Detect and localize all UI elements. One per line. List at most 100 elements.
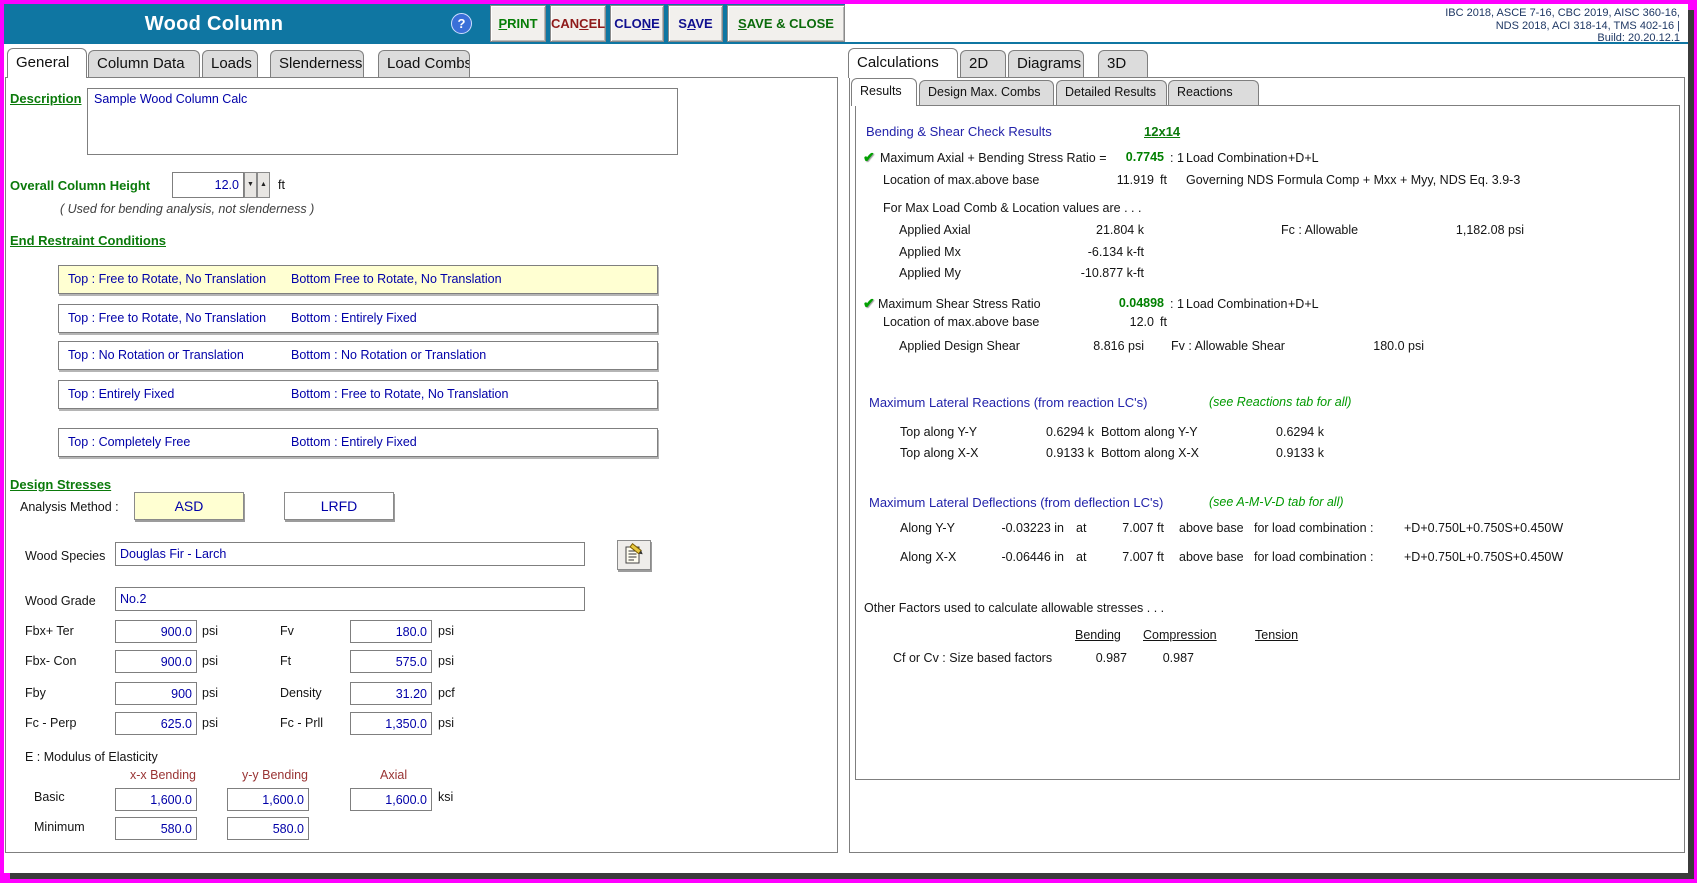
applied-mx-value: -6.134 k-ft <box>1087 245 1144 259</box>
axial-ratio-value: 0.7745 <box>1125 150 1164 164</box>
reactions-note: (see Reactions tab for all) <box>1209 395 1352 409</box>
restraint-option-5[interactable]: Top : Completely Free Bottom : Entirely … <box>58 428 658 457</box>
applied-axial-label: Applied Axial <box>899 223 971 237</box>
tab-3d[interactable]: 3D <box>1098 50 1148 77</box>
save-close-button[interactable]: SAVE & CLOSE <box>727 5 845 42</box>
fv-unit: psi <box>438 624 454 638</box>
fv-label: Fv <box>280 624 294 638</box>
asd-button[interactable]: ASD <box>134 492 244 520</box>
applied-my-label: Applied My <box>899 266 961 280</box>
fc-prll-input[interactable] <box>350 712 432 735</box>
description-input[interactable]: Sample Wood Column Calc <box>87 88 678 155</box>
fby-unit: psi <box>202 686 218 700</box>
cancel-button[interactable]: CANCEL <box>550 5 606 42</box>
species-list-button[interactable] <box>617 540 651 570</box>
tab-general[interactable]: General <box>7 48 87 78</box>
fc-perp-input[interactable] <box>115 712 197 735</box>
e-min-xx-input[interactable] <box>115 817 197 840</box>
help-icon[interactable]: ? <box>451 13 472 34</box>
factors-col-tension: Tension <box>1255 628 1299 642</box>
tab-2d[interactable]: 2D <box>960 50 1006 77</box>
print-button[interactable]: PRINT <box>490 5 546 42</box>
fc-allowable-value: 1,182.08 psi <box>1455 223 1524 237</box>
subtab-design-max-combs[interactable]: Design Max. Combs <box>919 80 1054 105</box>
shear-ratio-label: Maximum Shear Stress Ratio <box>878 297 1041 311</box>
building-codes-text: IBC 2018, ASCE 7-16, CBC 2019, AISC 360-… <box>1438 7 1680 45</box>
fv-input[interactable] <box>350 620 432 643</box>
e-min-yy-input[interactable] <box>227 817 309 840</box>
deflection-xx-above: above base <box>1179 550 1244 564</box>
e-basic-axial-input[interactable] <box>350 788 432 811</box>
app-root: Wood Column ? PRINT CANCEL CLONE SAVE SA… <box>0 0 1697 883</box>
subtab-results[interactable]: Results <box>851 78 917 106</box>
restraint-option-1[interactable]: Top : Free to Rotate, No Translation Bot… <box>58 265 658 294</box>
wood-species-input[interactable] <box>115 542 585 566</box>
fbx-con-input[interactable] <box>115 650 197 673</box>
density-unit: pcf <box>438 686 455 700</box>
deflection-xx-for: for load combination : <box>1254 550 1374 564</box>
clone-button[interactable]: CLONE <box>610 5 664 42</box>
governing-formula-value: Comp + Mxx + Myy, NDS Eq. 3.9-3 <box>1326 173 1521 187</box>
reaction-bottom-xx-value: 0.9133 k <box>1276 446 1324 460</box>
deflection-xx-at: at <box>1076 550 1087 564</box>
save-button[interactable]: SAVE <box>668 5 723 42</box>
deflection-yy-axis: Along Y-Y <box>900 521 955 535</box>
factors-row-label: Cf or Cv : Size based factors <box>893 651 1053 665</box>
e-basic-unit: ksi <box>438 790 454 804</box>
restraint-bottom-label: Bottom : No Rotation or Translation <box>291 348 487 362</box>
deflection-yy-dist: 7.007 ft <box>1122 521 1164 535</box>
tab-diagrams[interactable]: Diagrams <box>1008 50 1084 77</box>
design-stresses-label: Design Stresses <box>10 477 112 492</box>
restraint-option-2[interactable]: Top : Free to Rotate, No Translation Bot… <box>58 304 658 333</box>
e-basic-yy-input[interactable] <box>227 788 309 811</box>
modulus-col-yy: y-y Bending <box>242 768 309 782</box>
header-divider <box>845 42 1688 44</box>
deflection-yy-combo: +D+0.750L+0.750S+0.450W <box>1404 521 1564 535</box>
deflection-xx-value: -0.06446 in <box>1001 550 1064 564</box>
fc-prll-label: Fc - Prll <box>280 716 324 730</box>
tab-slenderness[interactable]: Slenderness <box>270 50 364 77</box>
tab-load-combs[interactable]: Load Combs <box>378 50 470 77</box>
restraint-option-4[interactable]: Top : Entirely Fixed Bottom : Free to Ro… <box>58 380 658 409</box>
density-input[interactable] <box>350 682 432 705</box>
description-label: Description <box>10 91 82 106</box>
axial-lc-label: Load Combination <box>1186 151 1288 165</box>
fbx-con-label: Fbx- Con <box>25 654 77 668</box>
wood-grade-input[interactable] <box>115 587 585 611</box>
tab-loads[interactable]: Loads <box>202 50 258 77</box>
ft-input[interactable] <box>350 650 432 673</box>
fv-allowable-label: Fv : Allowable Shear <box>1171 339 1285 353</box>
density-label: Density <box>280 686 322 700</box>
reaction-top-yy-label: Top along Y-Y <box>900 425 978 439</box>
window-title: Wood Column <box>144 13 284 35</box>
shear-ratio-value: 0.04898 <box>1118 296 1164 310</box>
column-height-label: Overall Column Height <box>10 178 151 193</box>
wood-species-label: Wood Species <box>25 549 106 563</box>
ft-unit: psi <box>438 654 454 668</box>
axial-lc-value: +D+L <box>1288 151 1319 165</box>
analysis-method-label: Analysis Method : <box>20 500 119 514</box>
subtab-reactions[interactable]: Reactions <box>1168 80 1259 105</box>
subtab-detailed-results[interactable]: Detailed Results <box>1056 80 1167 105</box>
deflection-xx-axis: Along X-X <box>900 550 957 564</box>
factors-col-compression: Compression <box>1143 628 1217 642</box>
member-size: 12x14 <box>1144 124 1181 139</box>
shear-location-value: 12.0 <box>1129 315 1154 329</box>
tab-column-data[interactable]: Column Data <box>88 50 200 77</box>
column-height-input[interactable] <box>172 172 244 198</box>
results-section-title: Bending & Shear Check Results <box>866 124 1052 139</box>
spin-down-button[interactable]: ▼ <box>244 172 257 198</box>
lrfd-button[interactable]: LRFD <box>284 492 394 520</box>
minimum-label: Minimum <box>34 820 85 834</box>
fby-input[interactable] <box>115 682 197 705</box>
tab-calculations[interactable]: Calculations <box>848 48 958 78</box>
fbx-ter-input[interactable] <box>115 620 197 643</box>
axial-location-value: 11.919 <box>1116 173 1154 187</box>
general-panel <box>5 77 838 853</box>
reaction-top-xx-label: Top along X-X <box>900 446 979 460</box>
axial-ratio-suffix: : 1 <box>1170 151 1184 165</box>
fc-perp-unit: psi <box>202 716 218 730</box>
e-basic-xx-input[interactable] <box>115 788 197 811</box>
spin-up-button[interactable]: ▲ <box>257 172 270 198</box>
restraint-option-3[interactable]: Top : No Rotation or Translation Bottom … <box>58 341 658 370</box>
